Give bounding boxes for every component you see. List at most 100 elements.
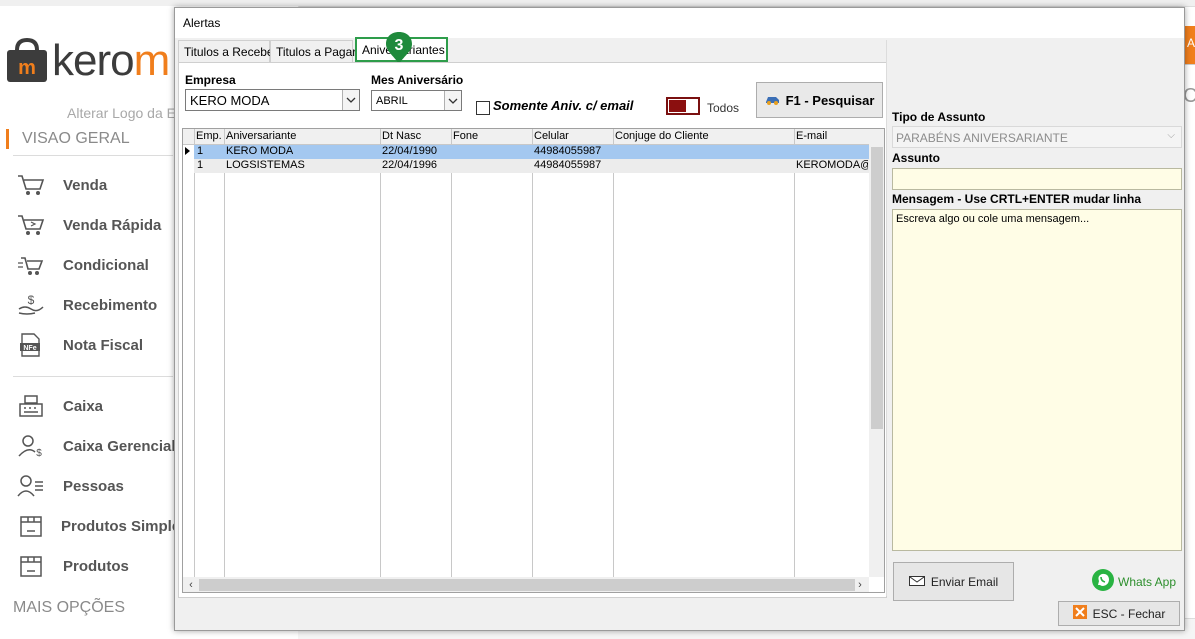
close-icon (1072, 605, 1087, 622)
mensagem-textarea[interactable]: Escreva algo ou cole uma mensagem... (892, 209, 1182, 551)
menu-item-nota-fiscal[interactable]: NFe Nota Fiscal (17, 333, 187, 357)
menu-item-produtos-simples[interactable]: Produtos Simples (17, 514, 189, 538)
menu-divider (13, 155, 173, 156)
menu-item-venda-rapida[interactable]: Venda Rápida (17, 213, 187, 237)
cart-swap-icon (17, 253, 47, 277)
empresa-combo[interactable]: KERO MODA (185, 89, 360, 111)
menu-item-condicional[interactable]: Condicional (17, 253, 187, 277)
people-icon (17, 474, 47, 498)
grid-col-line (451, 129, 452, 592)
dialog-title: Alertas (183, 16, 221, 30)
grid-vertical-scrollbar[interactable] (869, 129, 884, 577)
pesquisar-button[interactable]: F1 - Pesquisar (756, 82, 883, 118)
alter-logo-link[interactable]: Alterar Logo da E (67, 105, 176, 121)
menu-label: Recebimento (63, 296, 158, 314)
assunto-label: Assunto (892, 151, 940, 165)
tab-titulos-pagar[interactable]: Titulos a Pagar (270, 40, 356, 62)
search-car-icon (765, 93, 781, 108)
menu-item-produtos[interactable]: Produtos (17, 554, 187, 578)
grid-col-line (532, 129, 533, 592)
grid-header-celular[interactable]: Celular (534, 130, 569, 142)
somente-email-checkbox[interactable] (476, 101, 490, 115)
tab-titulos-receber[interactable]: Titulos a Receber (178, 40, 278, 62)
grid-col-line (194, 129, 195, 592)
menu-item-pessoas[interactable]: Pessoas (17, 474, 187, 498)
shopping-bag-logo-icon: m (7, 37, 47, 82)
grid-col-line (794, 129, 795, 592)
whatsapp-label: Whats App (1118, 574, 1177, 589)
tipo-assunto-label: Tipo de Assunto (892, 110, 986, 124)
grid-header-fone[interactable]: Fone (453, 130, 478, 142)
menu-label: Venda Rápida (63, 216, 162, 234)
todos-toggle[interactable] (666, 97, 700, 115)
user-money-icon: $ (17, 434, 47, 458)
menu-label: Caixa Gerencial (63, 437, 176, 455)
chevron-down-icon[interactable] (444, 91, 461, 110)
current-row-indicator-icon (185, 147, 190, 155)
menu-divider (13, 376, 173, 377)
menu-label: Produtos (63, 557, 129, 575)
envelope-icon (908, 575, 925, 589)
grid-col-line (380, 129, 381, 592)
empresa-label: Empresa (185, 73, 236, 87)
scroll-thumb[interactable] (199, 579, 855, 591)
menu-item-caixa-gerencial[interactable]: $ Caixa Gerencial (17, 434, 187, 458)
tipo-assunto-combo[interactable]: PARABÉNS ANIVERSARIANTE ⌵ (892, 126, 1182, 148)
mais-opcoes-title[interactable]: MAIS OPÇÕES (13, 599, 125, 617)
table-row[interactable]: 1 LOGSISTEMAS 22/04/1996 44984055987 KER… (194, 159, 869, 173)
esc-fechar-label: ESC - Fechar (1092, 606, 1166, 621)
cash-register-icon (17, 394, 47, 418)
message-panel: Tipo de Assunto PARABÉNS ANIVERSARIANTE … (886, 40, 1182, 601)
chevron-down-icon[interactable]: ⌵ (1167, 130, 1175, 141)
menu-label: Condicional (63, 256, 149, 274)
menu-item-venda[interactable]: Venda (17, 173, 187, 197)
mes-combo[interactable]: ABRIL (371, 90, 462, 111)
esc-fechar-button[interactable]: ESC - Fechar (1058, 601, 1180, 626)
menu-label: Venda (63, 176, 108, 194)
somente-email-label[interactable]: Somente Aniv. c/ email (493, 98, 641, 113)
cart-fast-icon (17, 213, 47, 237)
menu-label: Pessoas (63, 477, 124, 495)
svg-text:NFe: NFe (23, 345, 36, 352)
grid-header-email[interactable]: E-mail (796, 130, 827, 142)
logo-text: kerom (52, 36, 170, 85)
grid-header-aniversariante[interactable]: Aniversariante (226, 130, 296, 142)
box-icon (17, 514, 45, 538)
mensagem-label: Mensagem - Use CRTL+ENTER mudar linha (892, 192, 1142, 206)
assunto-input[interactable] (892, 168, 1182, 190)
mes-aniversario-label: Mes Aniversário (371, 73, 464, 87)
menu-label: Caixa (63, 397, 104, 415)
scroll-right-icon[interactable]: › (853, 578, 867, 592)
pesquisar-label: F1 - Pesquisar (785, 92, 875, 108)
cart-icon (17, 173, 47, 197)
scroll-thumb[interactable] (871, 147, 883, 429)
dialog-titlebar[interactable]: Alertas (175, 8, 1184, 38)
box-icon (17, 554, 47, 578)
aniversariantes-panel: Empresa KERO MODA Mes Aniversário ABRIL … (178, 62, 887, 598)
svg-text:3: 3 (395, 37, 404, 54)
grid-header-conjuge[interactable]: Conjuge do Cliente (615, 130, 709, 142)
grid-header-dt-nasc[interactable]: Dt Nasc (382, 130, 421, 142)
grid-col-line (613, 129, 614, 592)
grid-header-emp[interactable]: Emp. (196, 130, 222, 142)
scroll-left-icon[interactable]: ‹ (184, 578, 198, 592)
table-row[interactable]: 1 KERO MODA 22/04/1990 44984055987 (194, 145, 869, 159)
chevron-down-icon[interactable] (342, 90, 359, 110)
menu-label: Nota Fiscal (63, 336, 144, 354)
svg-text:m: m (18, 57, 36, 79)
whatsapp-button[interactable]: Whats App (1091, 568, 1176, 595)
nfe-icon: NFe (17, 333, 47, 357)
section-title-visao-geral: VISAO GERAL (6, 129, 130, 149)
menu-item-recebimento[interactable]: $ Recebimento (17, 293, 187, 317)
money-hand-icon: $ (17, 293, 47, 317)
svg-text:$: $ (36, 448, 42, 458)
alertas-dialog: Alertas Titulos a Receber Titulos a Paga… (174, 7, 1185, 631)
svg-text:$: $ (28, 293, 35, 307)
toggle-knob (669, 100, 686, 112)
menu-label: Produtos Simples (61, 517, 189, 535)
grid-col-line (224, 129, 225, 592)
aniversariantes-grid[interactable]: Emp. Aniversariante Dt Nasc Fone Celular… (182, 128, 885, 593)
enviar-email-button[interactable]: Enviar Email (893, 562, 1014, 601)
grid-horizontal-scrollbar[interactable]: ‹ › (183, 577, 869, 592)
menu-item-caixa[interactable]: Caixa (17, 394, 187, 418)
